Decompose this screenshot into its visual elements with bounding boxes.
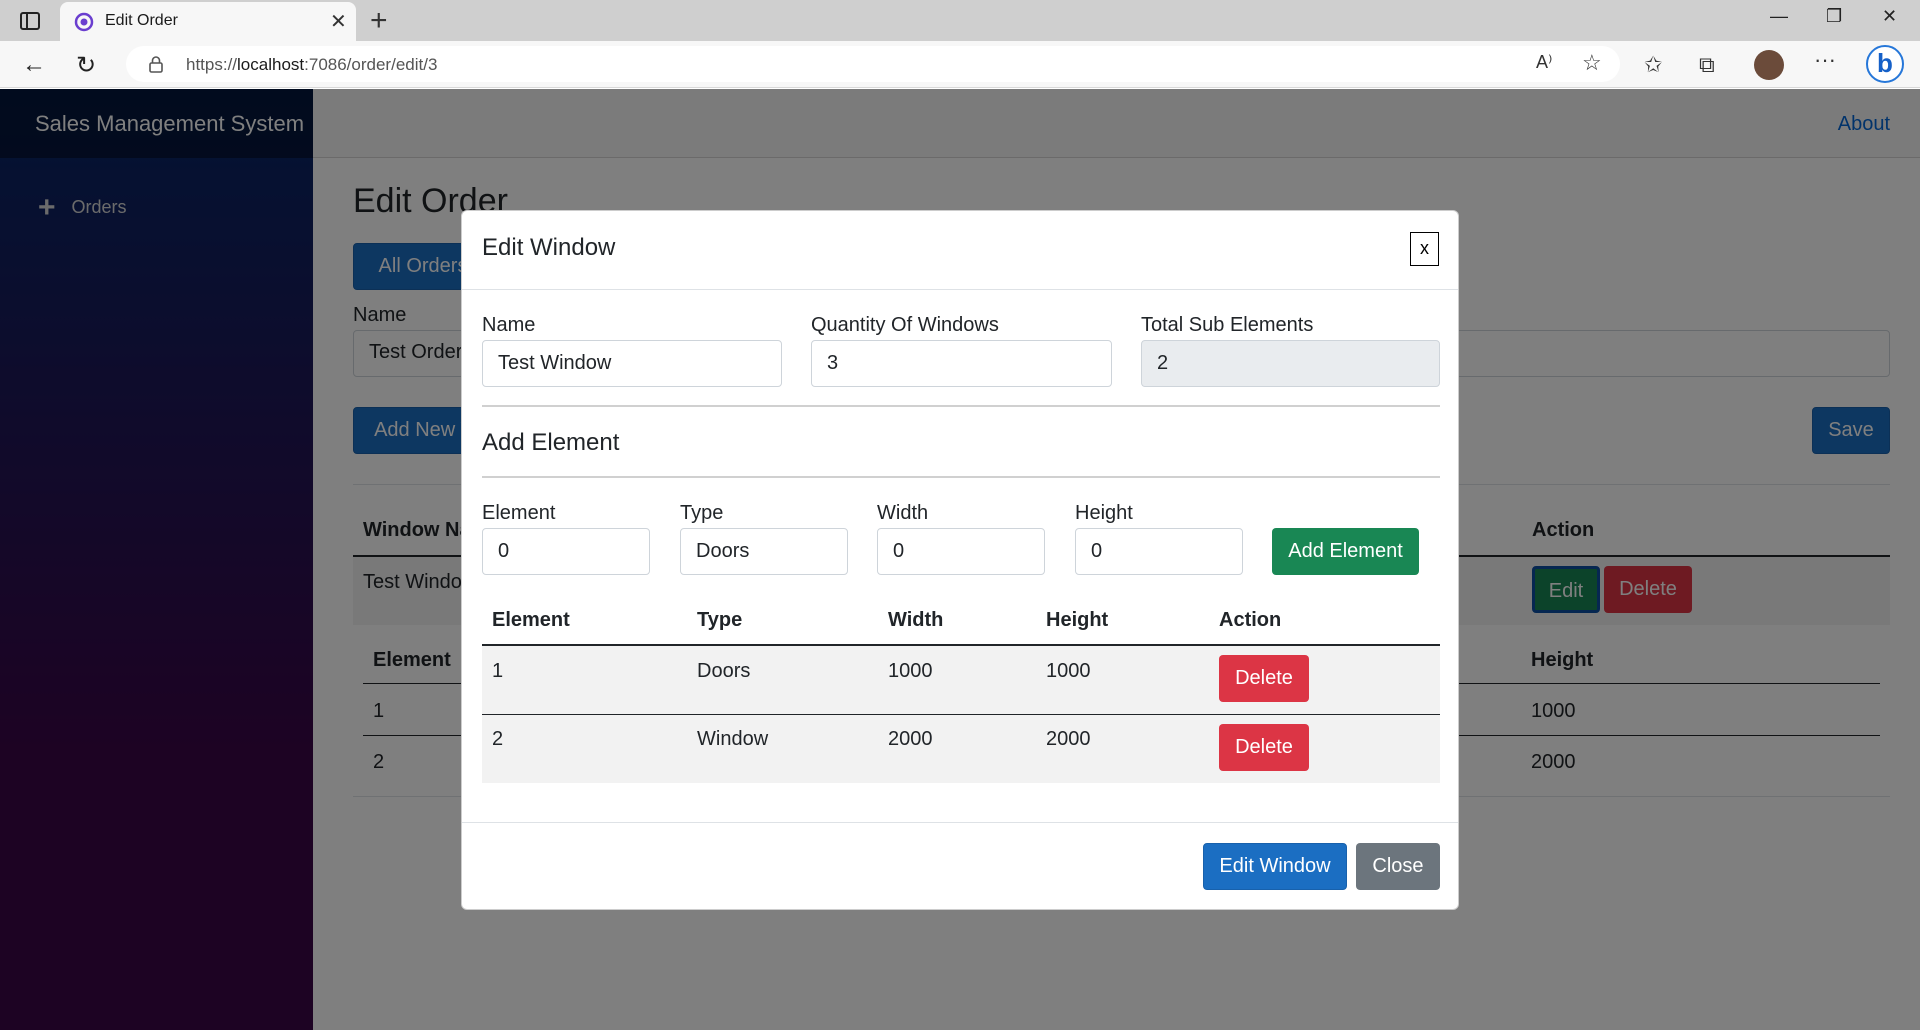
quantity-label: Quantity Of Windows: [811, 314, 999, 336]
divider: [482, 476, 1440, 478]
table-header-type: Type: [697, 609, 743, 631]
cell-height: 2000: [1046, 728, 1091, 750]
edit-window-modal: Edit Window x Name Test Window Quantity …: [461, 210, 1459, 910]
modal-header-divider: [462, 289, 1458, 290]
new-tab-icon[interactable]: +: [370, 4, 388, 38]
read-aloud-icon[interactable]: A⁾: [1536, 52, 1552, 73]
favicon-icon: [74, 12, 94, 32]
favorites-icon[interactable]: ✩: [1644, 52, 1662, 78]
back-icon[interactable]: ←: [22, 51, 46, 79]
cell-element: 1: [492, 660, 504, 682]
add-element-button[interactable]: Add Element: [1272, 528, 1419, 575]
collections-icon[interactable]: ⧉: [1699, 52, 1715, 78]
address-bar: ← ↻ https://localhost:7086/order/edit/3 …: [0, 41, 1920, 88]
width-label: Width: [877, 502, 929, 524]
table-header-element: Element: [492, 609, 570, 631]
browser-tab[interactable]: Edit Order ✕: [60, 2, 356, 41]
cell-type: Window: [697, 728, 769, 750]
browser-tab-bar: Edit Order ✕ + — ❐ ✕: [0, 0, 1920, 41]
height-label: Height: [1075, 502, 1133, 524]
edit-window-submit-button[interactable]: Edit Window: [1203, 843, 1347, 890]
element-input[interactable]: 0: [482, 528, 650, 575]
modal-footer-divider: [462, 822, 1458, 823]
tab-close-icon[interactable]: ✕: [330, 9, 347, 34]
delete-element-button[interactable]: Delete: [1219, 724, 1309, 771]
window-name-input[interactable]: Test Window: [482, 340, 782, 387]
add-element-title: Add Element: [482, 429, 620, 456]
favorite-add-icon[interactable]: ☆: [1582, 50, 1602, 76]
type-input[interactable]: Doors: [680, 528, 848, 575]
profile-avatar[interactable]: [1754, 50, 1784, 80]
more-icon[interactable]: ···: [1814, 47, 1836, 73]
cell-width: 2000: [888, 728, 933, 750]
type-label: Type: [680, 502, 724, 524]
quantity-input[interactable]: 3: [811, 340, 1112, 387]
modal-close-x-button[interactable]: x: [1410, 232, 1439, 266]
minimize-icon[interactable]: —: [1770, 6, 1788, 27]
sidebar-toggle-icon[interactable]: [18, 9, 42, 33]
tab-title: Edit Order: [105, 12, 178, 29]
modal-title: Edit Window: [482, 234, 616, 261]
name-label: Name: [482, 314, 536, 336]
divider: [482, 405, 1440, 407]
element-label: Element: [482, 502, 556, 524]
close-button[interactable]: Close: [1356, 843, 1440, 890]
cell-width: 1000: [888, 660, 933, 682]
url-text: https://localhost:7086/order/edit/3: [186, 55, 438, 74]
restore-icon[interactable]: ❐: [1826, 6, 1842, 27]
width-input[interactable]: 0: [877, 528, 1045, 575]
table-header-action: Action: [1219, 609, 1282, 631]
cell-element: 2: [492, 728, 504, 750]
bing-icon[interactable]: b: [1866, 45, 1904, 83]
table-header-width: Width: [888, 609, 944, 631]
cell-type: Doors: [697, 660, 751, 682]
total-sub-elements-field: 2: [1141, 340, 1440, 387]
window-close-icon[interactable]: ✕: [1882, 6, 1897, 27]
lock-icon: [149, 56, 163, 73]
url-field[interactable]: https://localhost:7086/order/edit/3 A⁾ ☆: [126, 46, 1620, 82]
height-input[interactable]: 0: [1075, 528, 1243, 575]
table-header-height: Height: [1046, 609, 1109, 631]
total-sub-elements-label: Total Sub Elements: [1141, 314, 1314, 336]
delete-element-button[interactable]: Delete: [1219, 655, 1309, 702]
cell-height: 1000: [1046, 660, 1091, 682]
refresh-icon[interactable]: ↻: [76, 51, 96, 80]
